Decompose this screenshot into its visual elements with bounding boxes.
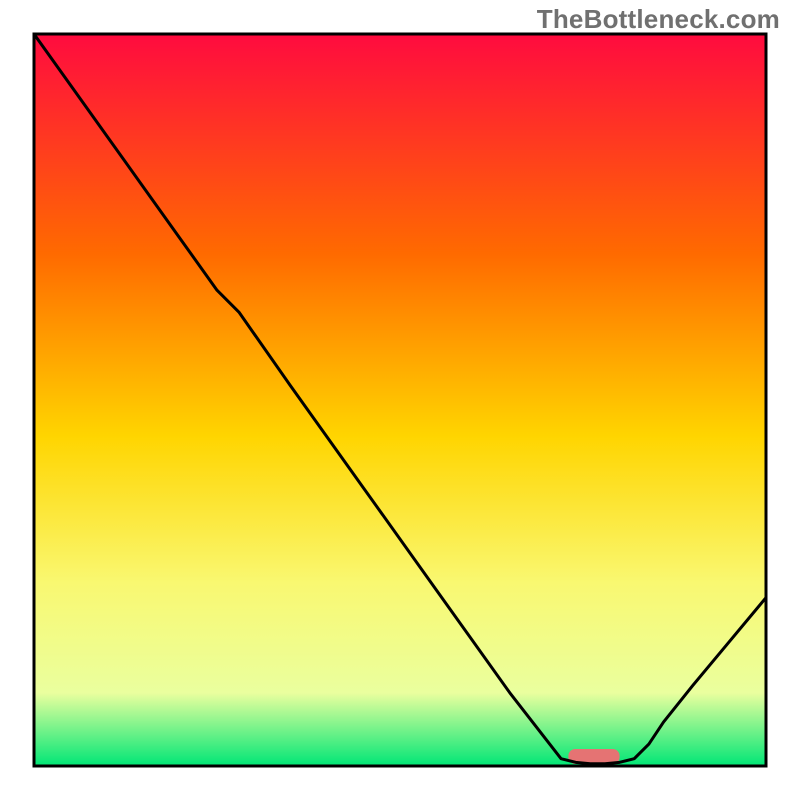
chart-container: TheBottleneck.com (0, 0, 800, 800)
plot-area (34, 34, 766, 766)
gradient-background (34, 34, 766, 766)
watermark-label: TheBottleneck.com (537, 4, 780, 35)
bottleneck-chart (0, 0, 800, 800)
